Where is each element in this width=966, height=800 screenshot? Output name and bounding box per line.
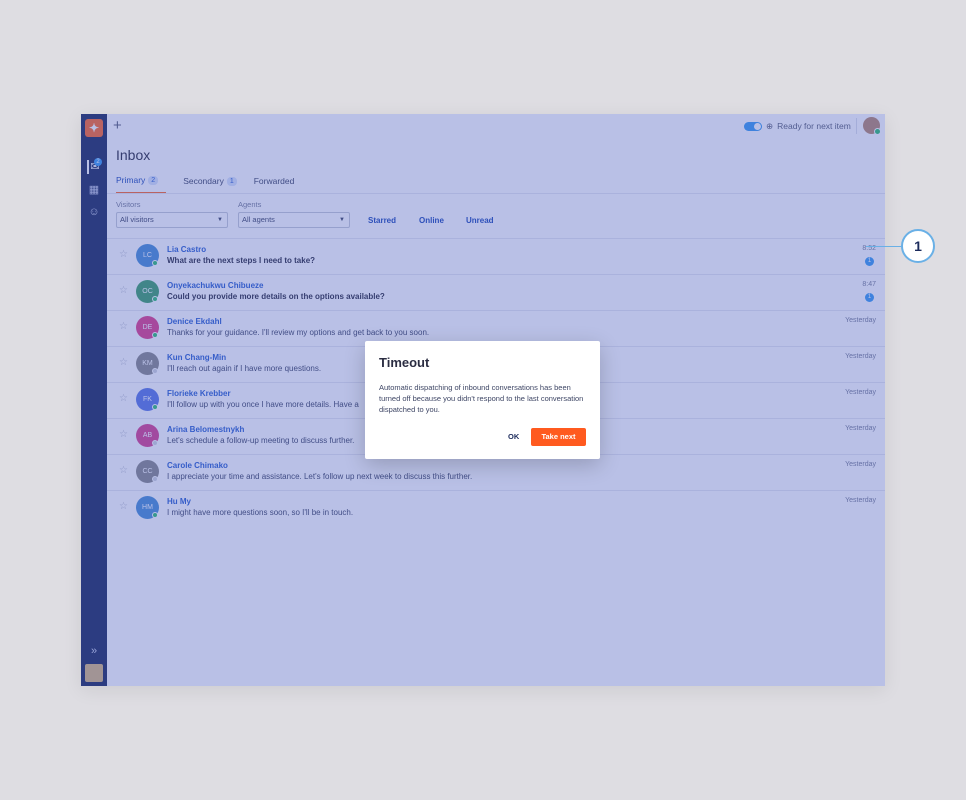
tab-count: 2 — [148, 175, 159, 185]
timestamp: Yesterday — [845, 317, 876, 324]
workspace-avatar[interactable] — [85, 664, 103, 682]
conversation-row[interactable]: ☆ OC Onyekachukwu Chibueze Could you provid… — [107, 274, 885, 310]
presence-indicator — [152, 260, 158, 266]
tabs-divider — [107, 193, 885, 194]
contact-name: Kun Chang-Min — [167, 353, 227, 362]
inbox-tabs: Primary 2 Secondary 1 Forwarded — [116, 175, 294, 194]
message-preview: I might have more questions soon, so I'l… — [167, 508, 354, 517]
ready-status-icon: ⊕ — [766, 120, 774, 131]
people-icon[interactable]: ☺ — [87, 205, 101, 219]
calendar-icon[interactable]: ▦ — [87, 183, 101, 197]
star-icon[interactable]: ☆ — [119, 501, 128, 512]
agents-filter-label: Agents — [238, 200, 262, 209]
contact-name: Florieke Krebber — [167, 389, 231, 398]
logo-icon[interactable]: ✦ — [85, 119, 103, 137]
star-icon[interactable]: ☆ — [119, 393, 128, 404]
ok-button[interactable]: OK — [502, 428, 525, 446]
unread-count: 1 — [865, 257, 874, 266]
presence-indicator — [152, 368, 158, 374]
contact-name: Onyekachukwu Chibueze — [167, 281, 264, 290]
ready-label: Ready for next item — [777, 121, 851, 131]
ready-toggle[interactable]: ⊕ Ready for next item — [744, 120, 851, 132]
add-icon[interactable]: + — [113, 117, 122, 134]
presence-indicator — [152, 476, 158, 482]
star-icon[interactable]: ☆ — [119, 249, 128, 260]
presence-indicator — [152, 296, 158, 302]
star-icon[interactable]: ☆ — [119, 321, 128, 332]
page-title: Inbox — [116, 147, 151, 163]
timestamp: Yesterday — [845, 461, 876, 468]
toggle-switch[interactable] — [744, 121, 762, 131]
filter-starred[interactable]: Starred — [368, 216, 396, 225]
presence-indicator — [152, 440, 158, 446]
tab-primary[interactable]: Primary 2 — [116, 175, 167, 194]
message-preview: Thanks for your guidance. I'll review my… — [167, 328, 430, 337]
filter-unread[interactable]: Unread — [466, 216, 494, 225]
star-icon[interactable]: ☆ — [119, 429, 128, 440]
tab-label: Primary — [116, 175, 146, 185]
dialog-title: Timeout — [379, 355, 430, 370]
tab-secondary[interactable]: Secondary 1 — [183, 175, 237, 194]
message-preview: I'll follow up with you once I have more… — [167, 400, 359, 409]
conversation-row[interactable]: ☆ LC Lia Castro What are the next steps I n… — [107, 238, 885, 274]
dialog-message: Automatic dispatching of inbound convers… — [379, 383, 584, 414]
topbar-divider — [856, 118, 857, 134]
star-icon[interactable]: ☆ — [119, 357, 128, 368]
inbox-badge: 2 — [94, 158, 102, 166]
chevron-down-icon: ▼ — [217, 217, 223, 223]
star-icon[interactable]: ☆ — [119, 285, 128, 296]
visitors-value: All visitors — [120, 215, 154, 224]
presence-indicator — [152, 404, 158, 410]
message-preview: I'll reach out again if I have more ques… — [167, 364, 322, 373]
timeout-dialog: Timeout Automatic dispatching of inbound… — [365, 341, 600, 459]
expand-icon[interactable]: » — [87, 644, 101, 658]
chevron-down-icon: ▼ — [339, 217, 345, 223]
tab-label: Forwarded — [253, 176, 295, 186]
timestamp: Yesterday — [845, 353, 876, 360]
timestamp: Yesterday — [845, 497, 876, 504]
nav-rail: ✦ ✉ 2 ▦ ☺ » — [81, 114, 107, 686]
tab-forwarded[interactable]: Forwarded — [254, 175, 295, 194]
visitors-select[interactable]: All visitors ▼ — [116, 212, 228, 228]
timestamp: 8:47 — [862, 281, 876, 288]
message-preview: Could you provide more details on the op… — [167, 292, 385, 301]
contact-name: Carole Chimako — [167, 461, 228, 470]
agents-select[interactable]: All agents ▼ — [238, 212, 350, 228]
callout-marker: 1 — [901, 229, 935, 263]
contact-name: Lia Castro — [167, 245, 207, 254]
tab-count: 1 — [226, 176, 237, 186]
agents-value: All agents — [242, 215, 275, 224]
conversation-row[interactable]: ☆ CC Carole Chimako I appreciate your time … — [107, 454, 885, 490]
message-preview: What are the next steps I need to take? — [167, 256, 316, 265]
presence-indicator — [152, 332, 158, 338]
star-icon[interactable]: ☆ — [119, 465, 128, 476]
tab-label: Secondary — [183, 176, 224, 186]
contact-name: Arina Belomestnykh — [167, 425, 245, 434]
unread-count: 1 — [865, 293, 874, 302]
contact-name: Denice Ekdahl — [167, 317, 222, 326]
user-avatar[interactable] — [863, 117, 881, 135]
contact-name: Hu My — [167, 497, 191, 506]
message-preview: I appreciate your time and assistance. L… — [167, 472, 473, 481]
filter-online[interactable]: Online — [419, 216, 444, 225]
conversation-row[interactable]: ☆ HM Hu My I might have more questions soon… — [107, 490, 885, 526]
take-next-button[interactable]: Take next — [531, 428, 586, 446]
presence-indicator — [152, 512, 158, 518]
timestamp: Yesterday — [845, 425, 876, 432]
callout-connector — [866, 246, 901, 247]
message-preview: Let's schedule a follow-up meeting to di… — [167, 436, 355, 445]
timestamp: Yesterday — [845, 389, 876, 396]
visitors-filter-label: Visitors — [116, 200, 141, 209]
